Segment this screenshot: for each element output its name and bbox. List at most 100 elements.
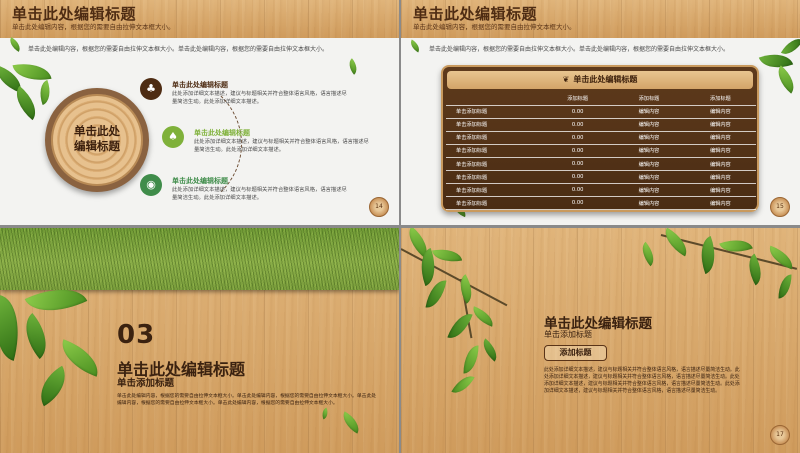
table-cell[interactable]: 添加标题 — [613, 92, 685, 106]
table-cell[interactable]: 0.00 — [542, 183, 614, 198]
bird-icon: ❦ — [562, 75, 570, 84]
table-cell[interactable]: 单击添加标题 — [446, 170, 542, 185]
feature-title[interactable]: 单击此处编辑标题 — [194, 128, 250, 138]
table-cell[interactable]: 单击添加标题 — [446, 131, 542, 145]
table-cell[interactable]: 编辑内容 — [613, 157, 685, 172]
leaf-decoration — [7, 85, 45, 121]
leaf-decoration — [35, 79, 55, 106]
leaf-decoration — [463, 345, 479, 374]
title-bar: 单击此处编辑标题 单击此处编辑内容，根据您的需要自由拉伸文本框大小。 — [401, 0, 800, 38]
intro-text[interactable]: 单击此处编辑内容，根据您的需要自由拉伸文本框大小。单击此处编辑内容，根据您的需要… — [28, 44, 328, 53]
table-cell[interactable]: 单击添加标题 — [446, 118, 542, 132]
wooden-board-table: ❦ 单击此处编辑标题 添加标题 添加标题 添加标题 单击添加标题 0.00 编辑内容 编辑内容… — [441, 65, 759, 212]
table-cell[interactable]: 添加标题 — [542, 92, 614, 106]
table-cell[interactable]: 编辑内容 — [613, 105, 685, 119]
table-cell[interactable]: 单击添加标题 — [446, 157, 542, 172]
table-cell[interactable]: 0.00 — [542, 131, 614, 145]
section-number[interactable]: 03 — [117, 320, 155, 350]
slide-section-03[interactable]: 03 单击此处编辑标题 单击添加标题 单击此处编辑内容，根据您的需要自由拉伸文本… — [0, 228, 399, 453]
bulb-icon: ◉ — [140, 174, 162, 196]
title-bar: 单击此处编辑标题 单击此处编辑内容，根据您的需要自由拉伸文本框大小。 — [0, 0, 399, 38]
table-row: 单击添加标题 0.00 编辑内容 编辑内容 — [446, 144, 756, 158]
feature-desc[interactable]: 此处添加详细文本描述，建议与标题相关并符合整体语言风格，语言描述尽量简洁生动。此… — [194, 139, 369, 154]
table-cell[interactable]: 0.00 — [542, 196, 614, 211]
add-title-button[interactable]: 添加标题 — [544, 345, 607, 361]
leaf-decoration — [693, 235, 723, 275]
feature-title[interactable]: 单击此处编辑标题 — [172, 176, 228, 186]
table-header-row: 添加标题 添加标题 添加标题 — [446, 92, 756, 106]
leaf-decoration — [431, 245, 463, 266]
table-row: 单击添加标题 0.00 编辑内容 编辑内容 — [446, 170, 756, 185]
table-row: 单击添加标题 0.00 编辑内容 编辑内容 — [446, 183, 756, 198]
table-cell[interactable]: 0.00 — [542, 144, 614, 158]
table-cell[interactable]: 编辑内容 — [684, 157, 756, 172]
leaf-decoration — [320, 407, 330, 420]
table-cell[interactable]: 编辑内容 — [613, 196, 685, 211]
table-cell[interactable]: 0.00 — [542, 105, 614, 119]
slide-subtitle[interactable]: 单击添加标题 — [544, 329, 592, 340]
table-cell[interactable]: 编辑内容 — [613, 118, 685, 132]
leaf-decoration — [477, 338, 503, 362]
body-text[interactable]: 此处添加详细文本描述，建议与标题相关并符合整体语言风格，语言描述尽量简洁生动。此… — [544, 367, 744, 395]
slide-14[interactable]: 单击此处编辑标题 单击此处编辑内容，根据您的需要自由拉伸文本框大小。 单击此处编… — [0, 0, 399, 225]
table-cell[interactable]: 编辑内容 — [613, 144, 685, 158]
table-cell[interactable]: 单击添加标题 — [446, 196, 542, 211]
table-row: 单击添加标题 0.00 编辑内容 编辑内容 — [446, 105, 756, 119]
table-cell[interactable]: 0.00 — [542, 170, 614, 185]
slide-15[interactable]: 单击此处编辑标题 单击此处编辑内容，根据您的需要自由拉伸文本框大小。 单击此处编… — [401, 0, 800, 225]
table-cell[interactable]: 单击添加标题 — [446, 105, 542, 119]
leaf-decoration — [636, 241, 660, 267]
table-cell[interactable]: 编辑内容 — [684, 144, 756, 158]
leaf-decoration — [338, 411, 364, 434]
slide-title[interactable]: 单击此处编辑标题 — [12, 5, 387, 23]
page-number: 14 — [369, 197, 389, 217]
sprout-icon: ♠ — [162, 126, 184, 148]
table-cell[interactable]: 编辑内容 — [613, 170, 685, 185]
table-cell[interactable]: 编辑内容 — [684, 183, 756, 198]
feature-title[interactable]: 单击此处编辑标题 — [172, 80, 228, 90]
section-subtitle[interactable]: 单击添加标题 — [117, 375, 174, 389]
leaf-decoration — [407, 39, 423, 53]
slide-subtitle[interactable]: 单击此处编辑内容，根据您的需要自由拉伸文本框大小。 — [413, 23, 788, 32]
page-number: 15 — [770, 197, 790, 217]
table-cell[interactable]: 编辑内容 — [613, 131, 685, 145]
leaf-decoration — [778, 274, 792, 299]
table-cell[interactable]: 单击添加标题 — [446, 144, 542, 158]
table-cell[interactable]: 添加标题 — [684, 92, 756, 106]
table-cell[interactable]: 0.00 — [542, 157, 614, 172]
table-row: 单击添加标题 0.00 编辑内容 编辑内容 — [446, 157, 756, 172]
table-cell[interactable]: 编辑内容 — [684, 196, 756, 211]
leaf-decoration — [30, 365, 76, 407]
leaf-decoration — [469, 306, 497, 327]
leaf-decoration — [451, 370, 475, 399]
grass-banner-image — [0, 228, 399, 290]
data-table: 添加标题 添加标题 添加标题 单击添加标题 0.00 编辑内容 编辑内容 单击添加标题 0.00… — [446, 92, 756, 211]
table-row: 单击添加标题 0.00 编辑内容 编辑内容 — [446, 131, 756, 145]
slide-title[interactable]: 单击此处编辑标题 — [413, 5, 788, 23]
feature-item: ♣ 单击此处编辑标题 此处添加详细文本描述，建议与标题相关并符合整体语言风格，语… — [140, 78, 347, 118]
feature-item: ◉ 单击此处编辑标题 此处添加详细文本描述，建议与标题相关并符合整体语言风格，语… — [140, 174, 347, 214]
table-cell[interactable]: 编辑内容 — [684, 105, 756, 119]
page-number: 17 — [770, 425, 790, 445]
leaf-decoration — [6, 37, 24, 52]
table-cell[interactable]: 单击添加标题 — [446, 183, 542, 198]
table-cell[interactable] — [446, 92, 542, 106]
table-row: 单击添加标题 0.00 编辑内容 编辑内容 — [446, 196, 756, 211]
feature-desc[interactable]: 此处添加详细文本描述，建议与标题相关并符合整体语言风格，语言描述尽量简洁生动。此… — [172, 91, 347, 106]
table-cell[interactable]: 编辑内容 — [684, 131, 756, 145]
board-title[interactable]: 单击此处编辑标题 — [573, 75, 637, 84]
intro-text[interactable]: 单击此处编辑内容，根据您的需要自由拉伸文本框大小。单击此处编辑内容，根据您的需要… — [429, 44, 729, 53]
table-row: 单击添加标题 0.00 编辑内容 编辑内容 — [446, 118, 756, 132]
table-cell[interactable]: 编辑内容 — [684, 170, 756, 185]
leaf-decoration — [741, 253, 769, 286]
section-body[interactable]: 单击此处编辑内容，根据您的需要自由拉伸文本框大小。单击此处编辑内容，根据您的需要… — [117, 393, 379, 407]
leaf-decoration — [345, 58, 361, 75]
table-cell[interactable]: 编辑内容 — [613, 183, 685, 198]
feature-desc[interactable]: 此处添加详细文本描述，建议与标题相关并符合整体语言风格，语言描述尽量简洁生动。此… — [172, 187, 347, 202]
leaf-decoration — [771, 65, 800, 94]
slide-subtitle[interactable]: 单击此处编辑内容，根据您的需要自由拉伸文本框大小。 — [12, 23, 387, 32]
table-cell[interactable]: 0.00 — [542, 118, 614, 132]
slide-17[interactable]: 单击此处编辑标题 单击添加标题 添加标题 此处添加详细文本描述，建议与标题相关并… — [401, 228, 800, 453]
table-cell[interactable]: 编辑内容 — [684, 118, 756, 132]
leaf-decoration — [13, 312, 59, 360]
